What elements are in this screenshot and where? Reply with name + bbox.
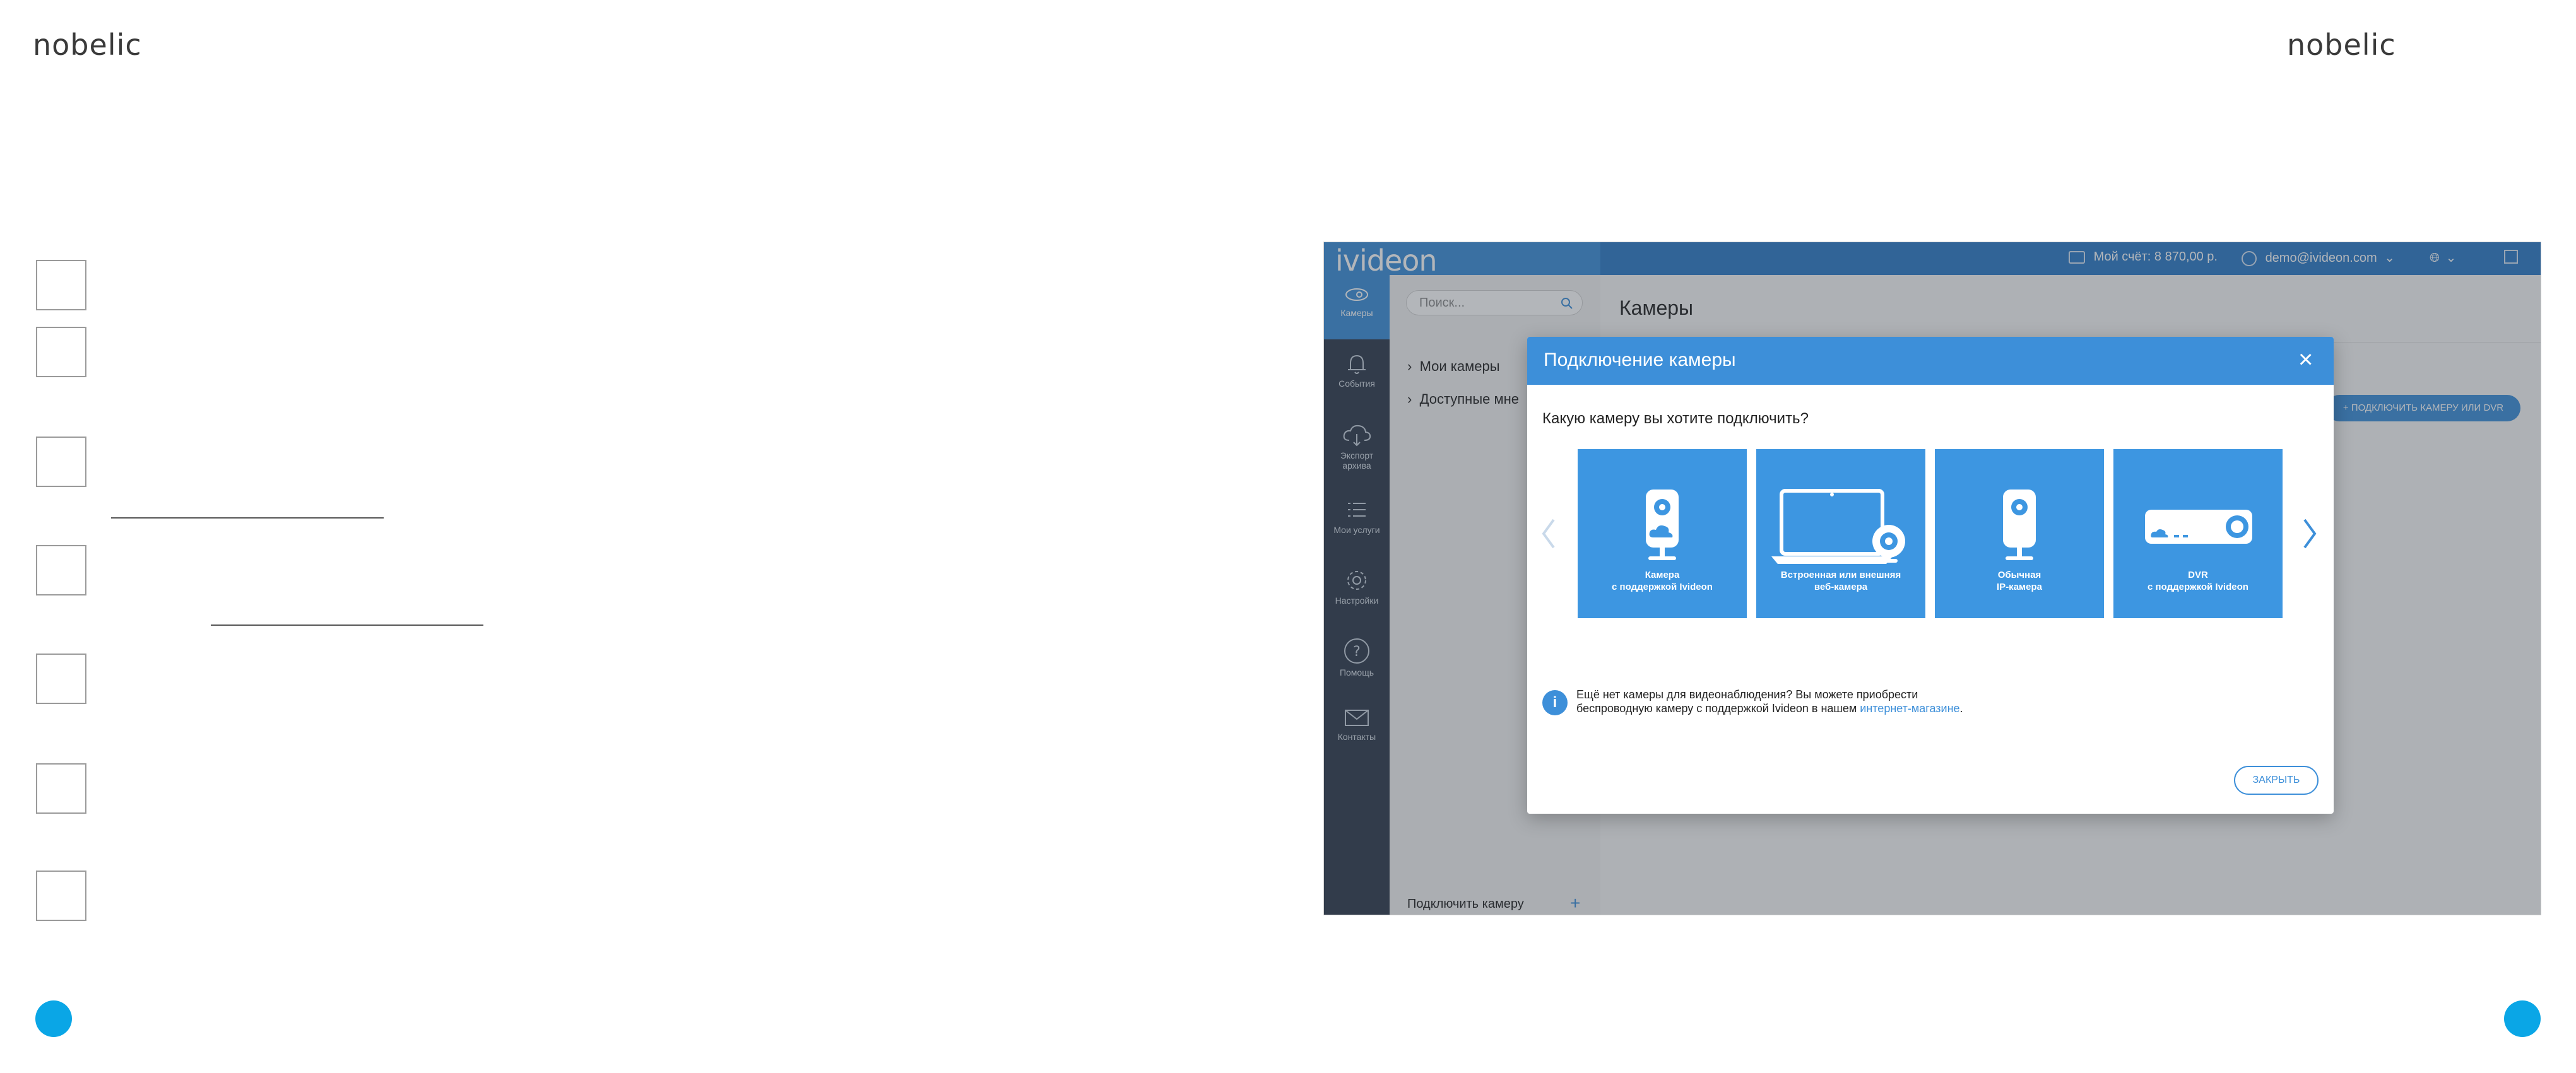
tile-label-line1: Камера	[1645, 570, 1680, 580]
tile-webcam[interactable]: Встроенная или внешняя веб-камера	[1756, 449, 1925, 618]
info-text: Ещё нет камеры для видеонаблюдения? Вы м…	[1576, 688, 1963, 715]
dialog-question: Какую камеру вы хотите подключить?	[1542, 410, 1809, 427]
tile-dvr[interactable]: DVR с поддержкой Ivideon	[2113, 449, 2283, 618]
connect-camera-dialog: Подключение камеры × Какую камеру вы хот…	[1527, 337, 2334, 814]
tile-label-line2: IP-камера	[1997, 582, 2042, 592]
checkbox-2[interactable]	[36, 327, 86, 377]
underline-2	[211, 624, 483, 626]
brand-logo-left: nobelic	[33, 28, 142, 62]
checkbox-4[interactable]	[36, 545, 86, 595]
dialog-header: Подключение камеры ×	[1527, 337, 2334, 385]
shop-link[interactable]: интернет-магазине	[1860, 702, 1959, 715]
checkbox-7[interactable]	[36, 871, 86, 921]
close-button[interactable]: ЗАКРЫТЬ	[2234, 766, 2319, 795]
checkbox-6[interactable]	[36, 763, 86, 814]
tile-label: Камера с поддержкой Ivideon	[1583, 569, 1742, 593]
info-end: .	[1959, 702, 1963, 715]
tile-label: Встроенная или внешняя веб-камера	[1761, 569, 1920, 593]
chevron-right-icon[interactable]	[2297, 515, 2322, 553]
brand-logo-right: nobelic	[2287, 28, 2396, 62]
info-line2: беспроводную камеру с поддержкой Ivideon…	[1576, 702, 1857, 715]
app-screenshot: ivideon Мой счёт: 8 870,00 р. demo@ivide…	[1324, 242, 2541, 915]
page-dot-left	[35, 1000, 72, 1037]
checkbox-3[interactable]	[36, 437, 86, 487]
tile-label: DVR с поддержкой Ivideon	[2118, 569, 2278, 593]
tile-ivideon-camera[interactable]: Камера с поддержкой Ivideon	[1578, 449, 1747, 618]
info-line1: Ещё нет камеры для видеонаблюдения? Вы м…	[1576, 688, 1918, 701]
page-dot-right	[2504, 1000, 2541, 1037]
info-icon: i	[1542, 690, 1568, 715]
underline-1	[111, 517, 384, 519]
dialog-title: Подключение камеры	[1544, 349, 1736, 370]
tile-label-line2: с поддержкой Ivideon	[1612, 582, 1713, 592]
checkbox-1[interactable]	[36, 260, 86, 310]
checkbox-5[interactable]	[36, 654, 86, 704]
tile-label: Обычная IP-камера	[1940, 569, 2099, 593]
tile-label-line1: Встроенная или внешняя	[1780, 570, 1901, 580]
tile-label-line1: DVR	[2188, 570, 2208, 580]
chevron-left-icon[interactable]	[1536, 515, 1561, 553]
tile-label-line2: веб-камера	[1814, 582, 1868, 592]
tile-ip-camera[interactable]: Обычная IP-камера	[1935, 449, 2104, 618]
tile-label-line1: Обычная	[1997, 570, 2041, 580]
close-icon[interactable]: ×	[2298, 346, 2313, 373]
tile-label-line2: с поддержкой Ivideon	[2148, 582, 2248, 592]
